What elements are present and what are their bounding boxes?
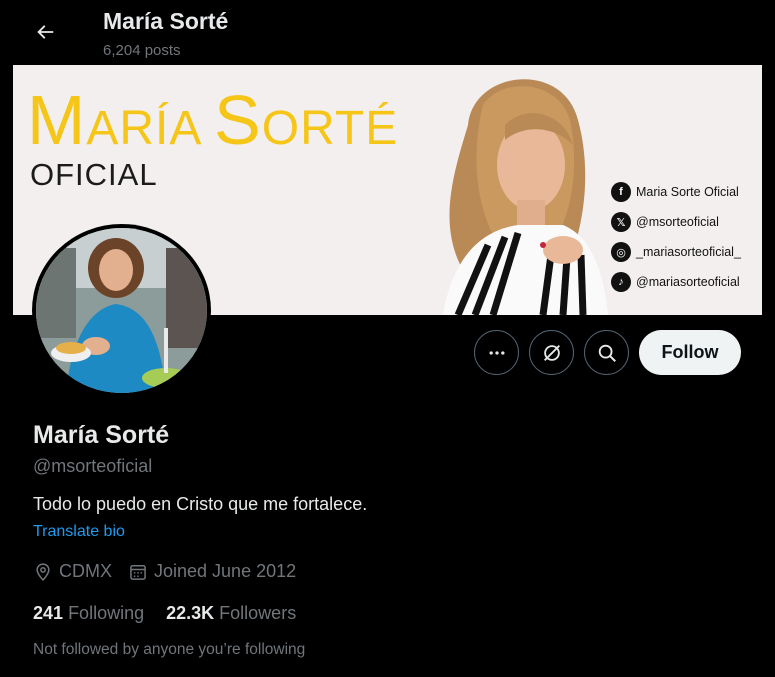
social-row-x: 𝕏 @msorteoficial [611, 207, 761, 237]
post-count: 6,204 posts [103, 42, 181, 59]
social-row-tiktok: ♪ @mariasorteoficial [611, 267, 761, 297]
followers-count: 22.3K [166, 603, 215, 623]
x-icon: 𝕏 [611, 212, 631, 232]
header-title: María Sorté [103, 8, 229, 34]
display-name: María Sorté [33, 421, 170, 449]
social-label: @msorteoficial [636, 215, 719, 229]
search-icon [598, 344, 616, 362]
location-pin-icon [36, 562, 50, 581]
following-label: Following [68, 603, 145, 623]
following-link[interactable]: 241 Following [33, 603, 144, 624]
location-text: CDMX [59, 561, 112, 581]
social-label: _mariasorteoficial_ [636, 245, 741, 259]
more-button[interactable] [474, 330, 519, 375]
profile-meta: CDMX Joined June 2012 [33, 561, 312, 582]
search-button[interactable] [584, 330, 629, 375]
banner-brand-subtitle: OFICIAL [30, 157, 158, 192]
banner-social-list: f Maria Sorte Oficial 𝕏 @msorteoficial ◎… [611, 177, 761, 297]
calendar-icon [130, 564, 146, 580]
mutual-followers-note: Not followed by anyone you’re following [33, 641, 306, 658]
join-date: Joined June 2012 [128, 561, 296, 582]
top-bar: María Sorté 6,204 posts [0, 0, 775, 65]
social-row-instagram: ◎ _mariasorteoficial_ [611, 237, 761, 267]
facebook-icon: f [611, 182, 631, 202]
social-label: @mariasorteoficial [636, 275, 740, 289]
bio: Todo lo puedo en Cristo que me fortalece… [33, 494, 368, 514]
social-row-facebook: f Maria Sorte Oficial [611, 177, 761, 207]
arrow-left-icon [37, 25, 54, 39]
social-label: Maria Sorte Oficial [636, 185, 739, 199]
handle: @msorteoficial [33, 456, 153, 476]
more-dots-icon [489, 350, 504, 355]
follow-stats: 241 Following 22.3K Followers [33, 603, 318, 624]
location: CDMX [33, 561, 112, 582]
follow-button[interactable]: Follow [639, 330, 741, 375]
grok-button[interactable] [529, 330, 574, 375]
tiktok-icon: ♪ [611, 272, 631, 292]
banner-portrait [413, 65, 623, 315]
followers-label: Followers [219, 603, 297, 623]
back-button[interactable] [26, 13, 64, 51]
translate-bio-link[interactable]: Translate bio [33, 523, 125, 541]
grok-icon [543, 344, 560, 361]
instagram-icon: ◎ [611, 242, 631, 262]
following-count: 241 [33, 603, 64, 623]
join-date-text: Joined June 2012 [154, 561, 297, 581]
profile-actions: Follow [0, 330, 775, 376]
banner-brand-title: MARÍA SORTÉ [27, 81, 399, 159]
followers-link[interactable]: 22.3K Followers [166, 603, 296, 624]
